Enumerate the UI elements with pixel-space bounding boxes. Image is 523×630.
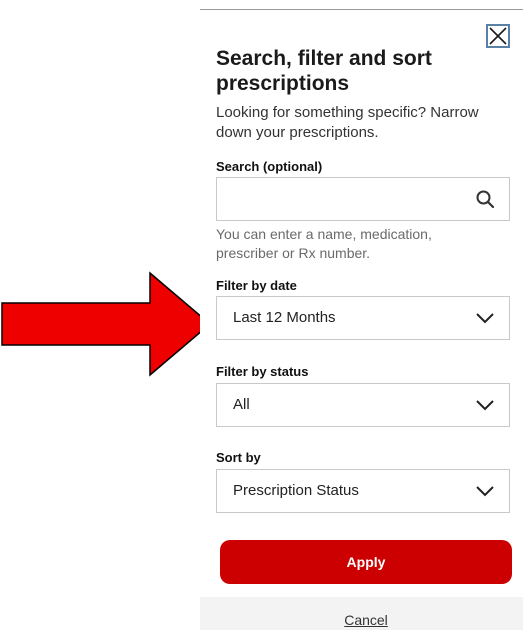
filter-date-label: Filter by date bbox=[216, 278, 297, 293]
apply-button[interactable]: Apply bbox=[220, 540, 512, 584]
panel-title: Search, filter and sort prescriptions bbox=[216, 47, 432, 95]
chevron-down-icon bbox=[476, 486, 494, 497]
close-button[interactable] bbox=[486, 24, 510, 48]
close-icon bbox=[489, 27, 507, 45]
filter-status-value: All bbox=[233, 396, 250, 413]
cancel-link[interactable]: Cancel bbox=[200, 612, 523, 628]
sort-value: Prescription Status bbox=[233, 482, 359, 499]
search-field bbox=[216, 177, 510, 221]
search-icon[interactable] bbox=[475, 189, 495, 209]
panel-top-divider bbox=[200, 9, 523, 10]
chevron-down-icon bbox=[476, 400, 494, 411]
sort-select[interactable]: Prescription Status bbox=[216, 469, 510, 513]
filter-panel: Search, filter and sort prescriptions Lo… bbox=[200, 0, 523, 630]
filter-date-select[interactable]: Last 12 Months bbox=[216, 296, 510, 340]
search-label: Search (optional) bbox=[216, 159, 323, 174]
panel-subtitle: Looking for something specific? Narrow d… bbox=[216, 104, 479, 141]
search-input[interactable] bbox=[217, 178, 469, 220]
chevron-down-icon bbox=[476, 313, 494, 324]
filter-status-select[interactable]: All bbox=[216, 383, 510, 427]
filter-status-label: Filter by status bbox=[216, 364, 309, 379]
filter-date-value: Last 12 Months bbox=[233, 309, 336, 326]
red-arrow-right-icon bbox=[1, 271, 212, 377]
search-hint: You can enter a name, medication, prescr… bbox=[216, 226, 432, 261]
sort-label: Sort by bbox=[216, 450, 261, 465]
